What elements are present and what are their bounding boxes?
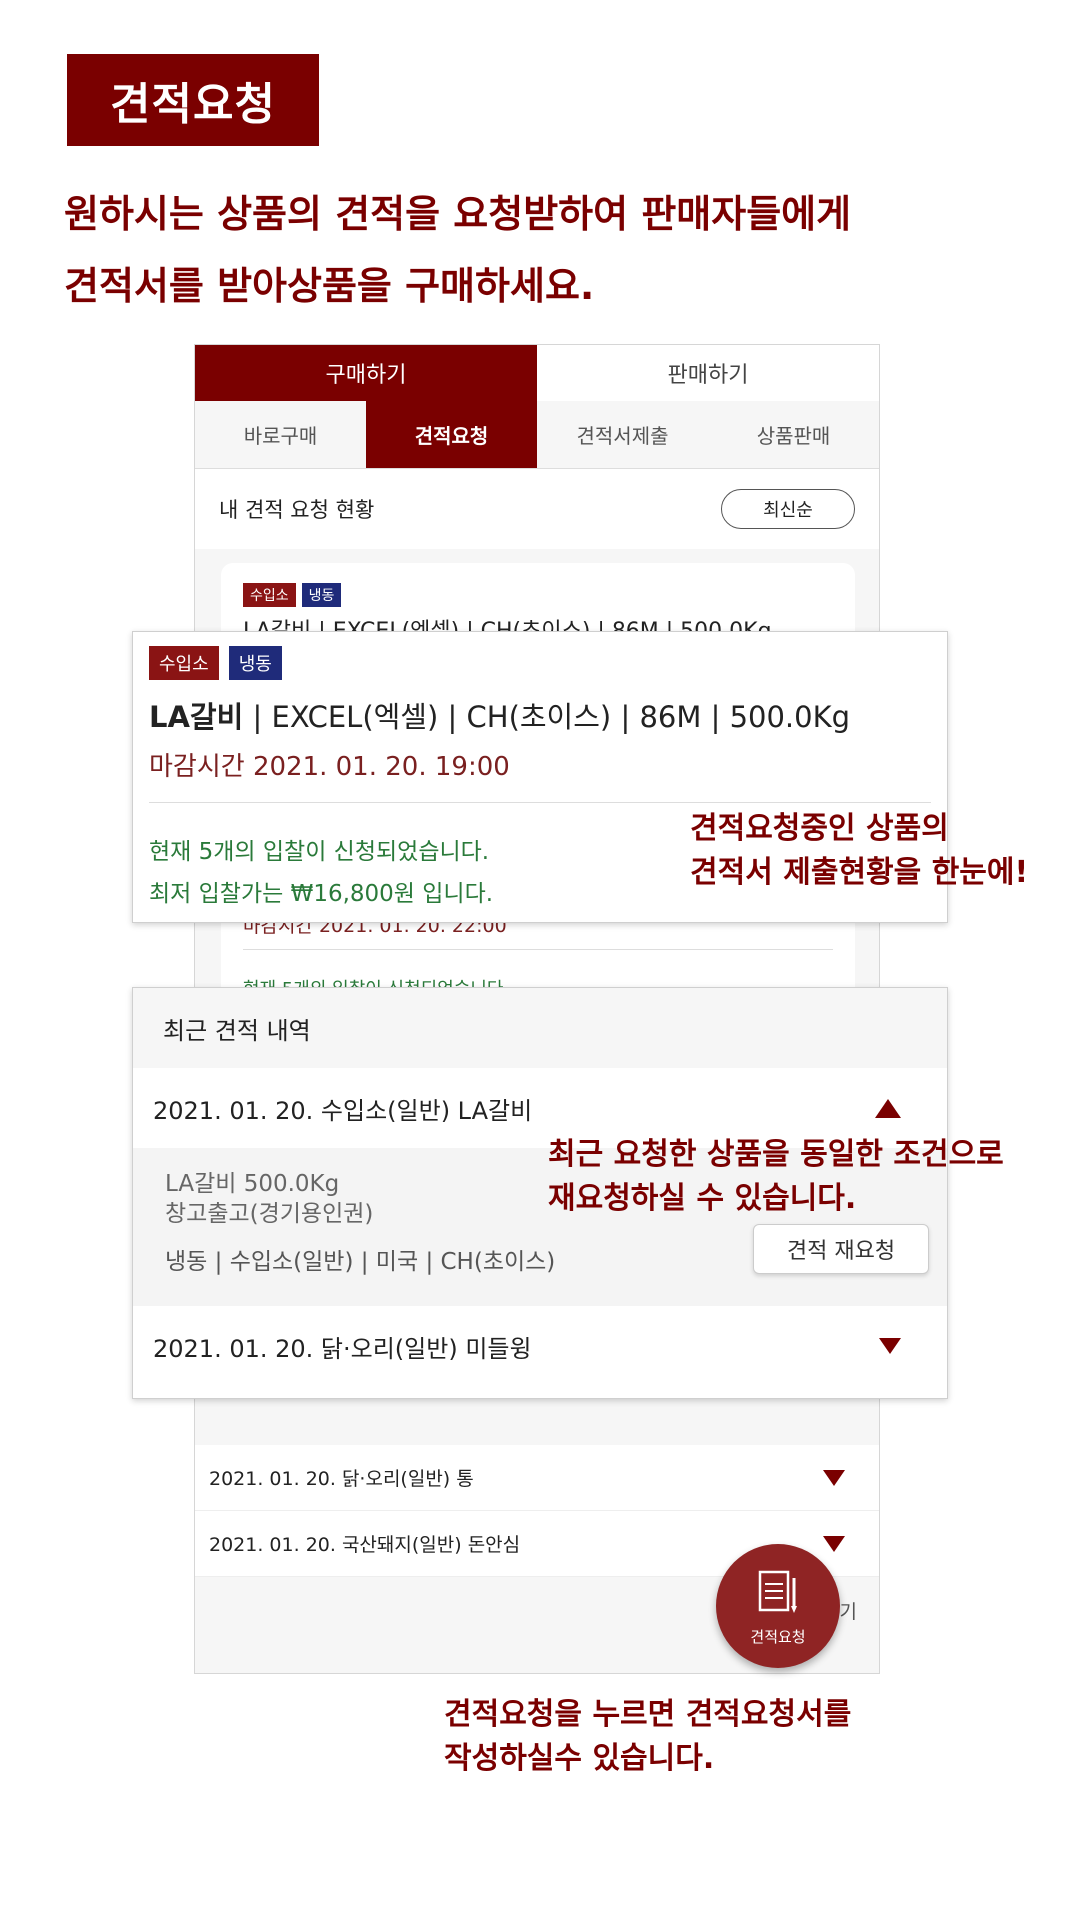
fab-label: 견적요청: [750, 1627, 806, 1646]
quote-request-fab[interactable]: 견적요청: [716, 1544, 840, 1668]
list-item[interactable]: 2021. 01. 20. 닭·오리(일반) 통: [195, 1445, 879, 1511]
sub-tabs: 바로구매 견적요청 견적서제출 상품판매: [195, 401, 879, 469]
detail-attributes: 냉동 | 수입소(일반) | 미국 | CH(초이스): [165, 1249, 556, 1275]
tag-frozen: 냉동: [228, 646, 282, 680]
callout-line: 작성하실수 있습니다.: [444, 1741, 715, 1776]
triangle-down-icon[interactable]: [823, 1469, 845, 1486]
status-header: 내 견적 요청 현황 최신순: [195, 469, 879, 549]
card-tags: 수입소 냉동: [243, 583, 833, 607]
recent-item-label: 2021. 01. 20. 수입소(일반) LA갈비: [153, 1096, 533, 1125]
divider: [243, 949, 833, 950]
callout-re-request: 최근 요청한 상품을 동일한 조건으로 재요청하실 수 있습니다.: [548, 1133, 1004, 1221]
popup-bid-count: 현재 5개의 입찰이 신청되었습니다.: [149, 839, 490, 865]
subtab-product-sell[interactable]: 상품판매: [708, 401, 879, 468]
triangle-down-icon[interactable]: [879, 1338, 901, 1354]
recent-item-label: 2021. 01. 20. 닭·오리(일반) 미들윙: [153, 1334, 532, 1363]
intro-text: 원하시는 상품의 견적을 요청받하여 판매자들에게 견적서를 받아상품을 구매하…: [64, 178, 1024, 322]
popup-product-spec: | EXCEL(엑셀) | CH(초이스) | 86M | 500.0Kg: [243, 700, 851, 734]
pencil-document-icon: [754, 1566, 802, 1622]
detail-product: LA갈비 500.0Kg: [165, 1171, 340, 1197]
subtab-quote-submit[interactable]: 견적서제출: [537, 401, 708, 468]
page-title-badge: 견적요청: [67, 54, 319, 146]
tag-imported-beef: 수입소: [243, 583, 296, 607]
popup-tags: 수입소 냉동: [149, 646, 282, 680]
popup-product-bold: LA갈비: [149, 700, 244, 734]
callout-line: 견적요청중인 상품의: [690, 811, 949, 846]
recent-quotes-title: 최근 견적 내역: [133, 988, 947, 1068]
sort-button[interactable]: 최신순: [721, 489, 855, 529]
list-item-label: 2021. 01. 20. 닭·오리(일반) 통: [209, 1468, 474, 1490]
tag-imported-beef: 수입소: [149, 646, 219, 680]
popup-product-name: LA갈비 | EXCEL(엑셀) | CH(초이스) | 86M | 500.0…: [149, 694, 850, 736]
triangle-down-icon[interactable]: [823, 1535, 845, 1552]
subtab-quote-request[interactable]: 견적요청: [366, 401, 537, 468]
tab-sell[interactable]: 판매하기: [537, 345, 879, 401]
status-title: 내 견적 요청 현황: [219, 498, 375, 522]
list-item-label: 2021. 01. 20. 국산돼지(일반) 돈안심: [209, 1534, 521, 1556]
callout-line: 견적서 제출현황을 한눈에!: [690, 855, 1029, 890]
detail-delivery: 창고출고(경기용인권): [165, 1201, 374, 1227]
main-tabs: 구매하기 판매하기: [195, 345, 879, 401]
intro-line-2: 견적서를 받아상품을 구매하세요.: [64, 264, 595, 308]
intro-line-1: 원하시는 상품의 견적을 요청받하여 판매자들에게: [64, 192, 852, 236]
subtab-direct-buy[interactable]: 바로구매: [195, 401, 366, 468]
popup-deadline: 마감시간 2021. 01. 20. 19:00: [149, 752, 510, 782]
re-request-button[interactable]: 견적 재요청: [753, 1224, 929, 1274]
recent-item-collapsed[interactable]: 2021. 01. 20. 닭·오리(일반) 미들윙: [133, 1306, 947, 1386]
callout-line: 최근 요청한 상품을 동일한 조건으로: [548, 1137, 1004, 1172]
callout-fab: 견적요청을 누르면 견적요청서를 작성하실수 있습니다.: [444, 1693, 851, 1781]
tab-buy[interactable]: 구매하기: [195, 345, 537, 401]
callout-request-status: 견적요청중인 상품의 견적서 제출현황을 한눈에!: [690, 807, 1028, 895]
popup-lowest-bid: 최저 입찰가는 ₩16,800원 입니다.: [149, 881, 494, 907]
callout-line: 재요청하실 수 있습니다.: [548, 1181, 857, 1216]
callout-line: 견적요청을 누르면 견적요청서를: [444, 1697, 852, 1732]
tag-frozen: 냉동: [301, 583, 342, 607]
divider: [149, 802, 931, 803]
triangle-up-icon[interactable]: [875, 1098, 901, 1118]
